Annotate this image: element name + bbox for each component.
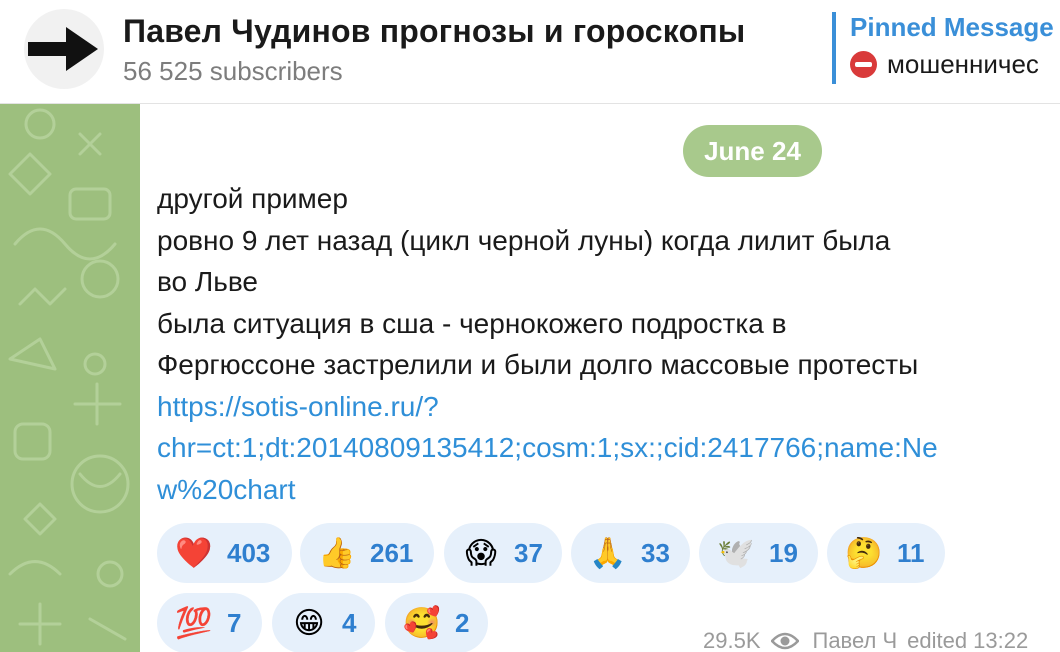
thinking-face-icon: 🤔: [845, 535, 883, 571]
wallpaper-doodles-icon: [8, 108, 130, 646]
reaction-count: 261: [370, 537, 414, 568]
pinned-message[interactable]: Pinned Message мошенничес: [832, 12, 1060, 84]
reaction-count: 11: [897, 537, 925, 568]
reaction-count: 403: [227, 537, 271, 568]
message-meta: 29.5K Павел Ч edited 13:22: [703, 628, 1028, 652]
reaction-dove[interactable]: 🕊️ 19: [699, 523, 818, 583]
pinned-message-preview: мошенничес: [850, 49, 1060, 80]
reaction-count: 7: [227, 607, 242, 638]
message-line: ровно 9 лет назад (цикл черной луны) ког…: [157, 224, 891, 256]
message-line: была ситуация в сша - чернокожего подрос…: [157, 307, 787, 339]
reaction-count: 33: [641, 537, 670, 568]
grinning-face-icon: 😁: [293, 605, 325, 641]
message-edited-time: edited 13:22: [907, 628, 1029, 652]
message-link-line: w%20chart: [157, 473, 296, 505]
scream-face-icon: 😱: [465, 535, 497, 571]
dove-icon: 🕊️: [717, 535, 755, 571]
message-body: другой пример ровно 9 лет назад (цикл че…: [157, 178, 1057, 510]
reaction-pray[interactable]: 🙏 33: [571, 523, 690, 583]
reaction-heart[interactable]: ❤️ 403: [157, 523, 292, 583]
channel-avatar[interactable]: [24, 9, 104, 89]
thumbs-up-icon: 👍: [318, 535, 356, 571]
chat-wallpaper: [0, 104, 140, 652]
message-link[interactable]: https://sotis-online.ru/? chr=ct:1;dt:20…: [157, 386, 1057, 511]
message-link-line: https://sotis-online.ru/?: [157, 390, 439, 422]
pinned-message-title: Pinned Message: [850, 12, 1054, 42]
hundred-points-icon: 💯: [175, 605, 213, 641]
message-link-line: chr=ct:1;dt:20140809135412;cosm:1;sx:;ci…: [157, 432, 938, 463]
eye-icon: [770, 632, 799, 650]
pray-hands-icon: 🙏: [589, 535, 627, 571]
smiling-hearts-icon: 🥰: [403, 605, 441, 641]
message-line: другой пример: [157, 183, 348, 214]
message-line: Фергюссоне застрелили и были долго массо…: [157, 349, 919, 380]
heart-icon: ❤️: [175, 535, 213, 571]
reaction-count: 19: [769, 537, 798, 568]
subscriber-count: 56 525 subscribers: [123, 56, 343, 86]
reaction-hundred[interactable]: 💯 7: [157, 593, 262, 652]
reaction-smiling-hearts[interactable]: 🥰 2: [385, 593, 488, 652]
reaction-thinking[interactable]: 🤔 11: [827, 523, 945, 583]
reaction-grin[interactable]: 😁 4: [272, 593, 375, 652]
arrow-right-icon: [28, 27, 98, 71]
pinned-message-text: мошенничес: [887, 49, 1039, 79]
reaction-count: 37: [514, 537, 543, 568]
reaction-count: 2: [455, 607, 470, 638]
chat-header: Павел Чудинов прогнозы и гороскопы 56 52…: [0, 0, 1060, 104]
message-author: Павел Ч: [812, 628, 898, 652]
reaction-thumbs-up[interactable]: 👍 261: [300, 523, 434, 583]
message-line: во Льве: [157, 266, 259, 297]
view-count: 29.5K: [703, 628, 761, 652]
date-separator: June 24: [683, 125, 822, 177]
no-entry-icon: [850, 51, 877, 78]
channel-title[interactable]: Павел Чудинов прогнозы и гороскопы: [123, 13, 745, 50]
reaction-count: 4: [342, 607, 357, 638]
reaction-scream[interactable]: 😱 37: [444, 523, 562, 583]
